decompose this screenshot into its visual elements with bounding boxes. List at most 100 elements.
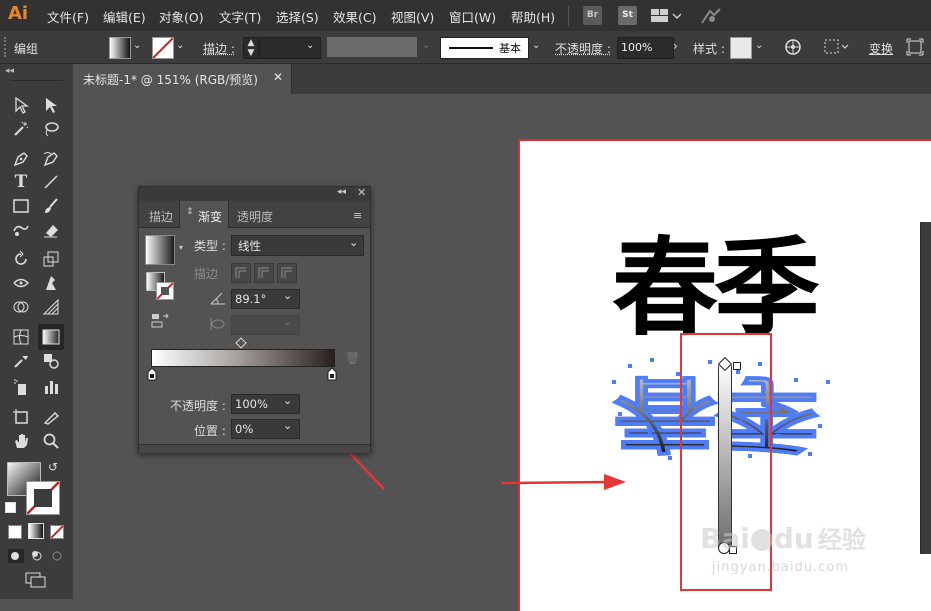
gradient-mode-icon[interactable]: [28, 523, 44, 539]
menu-view[interactable]: 视图(V): [391, 7, 434, 26]
panel-resize-grip[interactable]: [139, 444, 370, 453]
direct-selection-tool-icon[interactable]: [40, 94, 62, 116]
stroke-label[interactable]: 描边 :: [203, 40, 235, 57]
bridge-button[interactable]: Br: [583, 6, 602, 25]
panel-title-bar[interactable]: ◂◂ ✕: [139, 186, 370, 201]
scale-tool-icon[interactable]: [40, 248, 62, 270]
shaper-tool-icon[interactable]: [10, 219, 32, 241]
puppet-warp-tool-icon[interactable]: [40, 272, 62, 294]
isolate-icon[interactable]: [906, 38, 924, 59]
recolor-artwork-icon[interactable]: [784, 38, 802, 59]
control-bar-grip[interactable]: [4, 37, 8, 57]
stock-button[interactable]: St: [618, 6, 637, 25]
stroke-weight-stepper[interactable]: ▲ ▼: [243, 37, 259, 59]
transform-link[interactable]: 变换: [869, 40, 893, 57]
chevron-right-icon[interactable]: ›: [673, 39, 678, 53]
type-tool-icon[interactable]: T: [10, 171, 32, 193]
menu-select[interactable]: 选择(S): [276, 7, 319, 26]
hand-tool-icon[interactable]: [10, 430, 32, 452]
draw-inside-icon[interactable]: [50, 549, 64, 566]
default-fill-stroke-icon[interactable]: [5, 502, 16, 513]
menu-type[interactable]: 文字(T): [219, 7, 261, 26]
lasso-tool-icon[interactable]: [40, 118, 62, 140]
stroke-gradient-within-icon[interactable]: [231, 263, 251, 283]
tab-transparency[interactable]: 透明度: [237, 208, 273, 225]
collapse-panel-icon[interactable]: ◂◂: [337, 187, 346, 197]
opacity-label[interactable]: 不透明度 :: [555, 40, 611, 57]
graphic-style-swatch[interactable]: [730, 37, 752, 59]
stroke-gradient-along-icon[interactable]: [254, 263, 274, 283]
column-graph-tool-icon[interactable]: [40, 376, 62, 398]
eraser-tool-icon[interactable]: [40, 219, 62, 241]
chevron-down-icon[interactable]: ⌄: [422, 40, 430, 51]
gradient-type-select[interactable]: 线性 ⌄: [231, 235, 364, 256]
collapse-icon[interactable]: ◂◂: [5, 66, 14, 76]
zoom-tool-icon[interactable]: [40, 430, 62, 452]
tab-gradient[interactable]: ⇕ 渐变: [179, 201, 229, 228]
chevron-down-icon[interactable]: ⌄: [176, 40, 184, 51]
perspective-grid-tool-icon[interactable]: [40, 296, 62, 318]
panel-menu-icon[interactable]: ≡: [353, 209, 362, 222]
screen-mode-icon[interactable]: [25, 572, 47, 591]
menu-object[interactable]: 对象(O): [159, 7, 204, 26]
magic-wand-tool-icon[interactable]: [10, 118, 32, 140]
blend-tool-icon[interactable]: [40, 350, 62, 372]
chevron-down-icon[interactable]: ⌄: [755, 40, 763, 51]
line-tool-icon[interactable]: [40, 171, 62, 193]
menu-file[interactable]: 文件(F): [47, 7, 89, 26]
menu-effect[interactable]: 效果(C): [333, 7, 376, 26]
slice-tool-icon[interactable]: [40, 406, 62, 428]
close-icon[interactable]: ✕: [273, 70, 283, 84]
tab-stroke[interactable]: 描边: [149, 208, 173, 225]
workspace-layout-icon[interactable]: [651, 8, 682, 27]
fill-swatch[interactable]: [109, 37, 131, 59]
location-field[interactable]: 0% ⌄: [231, 419, 300, 439]
brush-definition-box[interactable]: 基本: [440, 37, 529, 59]
headline-text[interactable]: 春季: [612, 236, 820, 342]
swap-fill-stroke-icon[interactable]: ↺: [48, 460, 58, 474]
gradient-midpoint-diamond[interactable]: [235, 337, 247, 349]
chevron-down-icon[interactable]: ⌄: [306, 40, 314, 51]
variable-width-profile[interactable]: [327, 37, 417, 57]
delete-stop-icon[interactable]: 🗑: [345, 351, 360, 365]
stroke-color-swatch[interactable]: [26, 481, 60, 515]
collapsed-panel-edge[interactable]: [920, 222, 931, 554]
paintbrush-tool-icon[interactable]: [40, 195, 62, 217]
gradient-tool-icon[interactable]: [38, 324, 64, 350]
artboard-tool-icon[interactable]: [10, 406, 32, 428]
stroke-gradient-across-icon[interactable]: [277, 263, 297, 283]
menu-edit[interactable]: 编辑(E): [103, 7, 146, 26]
stroke-swatch[interactable]: [152, 37, 174, 59]
chevron-down-icon[interactable]: ⌄: [532, 40, 540, 51]
gradient-slider[interactable]: [151, 349, 335, 367]
opacity-field[interactable]: 100% ⌄: [231, 394, 300, 414]
mesh-tool-icon[interactable]: [10, 326, 32, 348]
chevron-down-icon[interactable]: ▾: [179, 243, 183, 252]
none-mode-icon[interactable]: [50, 525, 64, 539]
reverse-gradient-icon[interactable]: [151, 313, 169, 332]
menu-help[interactable]: 帮助(H): [511, 7, 555, 26]
gpu-performance-icon[interactable]: [700, 7, 722, 28]
stroke-mini-swatch[interactable]: [156, 282, 174, 300]
color-mode-icon[interactable]: [8, 525, 22, 539]
gradient-stop-right[interactable]: [327, 367, 337, 384]
document-tab[interactable]: 未标题-1* @ 151% (RGB/预览) ✕: [73, 64, 292, 94]
width-tool-icon[interactable]: [10, 272, 32, 294]
pen-tool-icon[interactable]: [10, 148, 32, 170]
selection-tool-icon[interactable]: [10, 94, 32, 116]
gradient-stop-left[interactable]: [147, 367, 157, 384]
rotate-tool-icon[interactable]: [10, 248, 32, 270]
curvature-tool-icon[interactable]: [40, 148, 62, 170]
draw-normal-icon[interactable]: [8, 549, 24, 563]
rectangle-tool-icon[interactable]: [10, 195, 32, 217]
shape-builder-tool-icon[interactable]: [10, 296, 32, 318]
align-icon[interactable]: [823, 38, 851, 59]
chevron-down-icon[interactable]: ⌄: [133, 40, 141, 51]
close-icon[interactable]: ✕: [357, 186, 366, 199]
opacity-field[interactable]: 100%: [617, 37, 674, 59]
menu-window[interactable]: 窗口(W): [449, 7, 496, 26]
gradient-preview-swatch[interactable]: [145, 235, 175, 265]
draw-behind-icon[interactable]: [30, 549, 44, 566]
angle-field[interactable]: 89.1° ⌄: [231, 289, 300, 309]
eyedropper-tool-icon[interactable]: [10, 350, 32, 372]
